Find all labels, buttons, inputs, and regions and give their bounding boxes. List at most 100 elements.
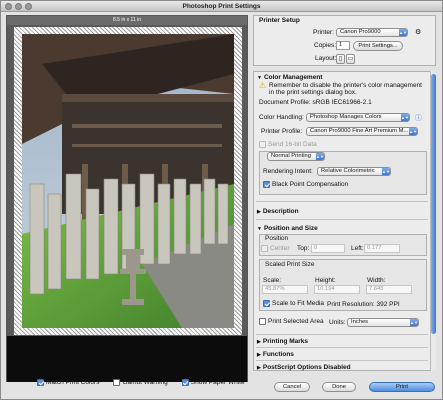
divider bbox=[256, 360, 428, 361]
print-selected-area-checkbox[interactable]: Print Selected Area bbox=[259, 318, 324, 325]
match-print-colors-checkbox[interactable]: Match Print Colors bbox=[37, 379, 99, 386]
width-input[interactable]: 7.645 bbox=[366, 285, 412, 294]
printer-profile-label: Printer Profile: bbox=[261, 128, 303, 135]
landscape-layout-icon[interactable]: ▭ bbox=[346, 54, 355, 64]
info-icon[interactable]: ⓘ bbox=[415, 113, 422, 123]
temple-photo bbox=[22, 34, 234, 328]
printer-setup-heading: Printer Setup bbox=[259, 17, 300, 24]
height-input[interactable]: 10.194 bbox=[314, 285, 360, 294]
print-resolution: Print Resolution: 392 PPI bbox=[327, 301, 400, 308]
preview-background bbox=[7, 336, 247, 382]
divider bbox=[256, 219, 428, 220]
done-button[interactable]: Done bbox=[322, 382, 356, 392]
print-settings-window: Photoshop Print Settings 8.5 in x 11 in bbox=[0, 0, 443, 400]
center-label: Center bbox=[270, 245, 290, 253]
color-management-heading[interactable]: ▼ Color Management bbox=[257, 74, 322, 81]
printer-lock-icon[interactable]: ⚙ bbox=[415, 28, 421, 36]
dropdown-arrow-icon: ▲▼ bbox=[316, 153, 324, 160]
checkbox-icon bbox=[259, 318, 266, 325]
printer-label: Printer: bbox=[313, 29, 334, 36]
description-section[interactable]: ▶ Description bbox=[257, 208, 299, 215]
gamut-warning-checkbox[interactable]: Gamut Warning bbox=[113, 379, 168, 386]
checkmark-icon bbox=[261, 245, 268, 252]
printer-value: Canon Pro9000 bbox=[340, 29, 381, 35]
layout-label: Layout: bbox=[315, 55, 337, 62]
send-16bit-label: Send 16-bit Data bbox=[268, 141, 317, 149]
print-selected-area-label: Print Selected Area bbox=[268, 318, 324, 326]
left-input[interactable]: 0.177 bbox=[364, 244, 400, 253]
rendering-intent-label: Rendering Intent: bbox=[263, 168, 313, 175]
position-label: Position bbox=[265, 235, 289, 242]
divider bbox=[256, 347, 428, 348]
postscript-section[interactable]: ▶ PostScript Options Disabled bbox=[257, 364, 351, 371]
scale-input[interactable]: 45.87% bbox=[262, 285, 308, 294]
show-paper-white-checkbox[interactable]: Show Paper White bbox=[181, 379, 245, 386]
center-checkbox[interactable]: Center bbox=[261, 245, 290, 252]
disclosure-closed-icon: ▶ bbox=[257, 365, 261, 371]
color-handling-select[interactable]: Photoshop Manages Colors ▲▼ bbox=[306, 113, 410, 122]
dropdown-arrow-icon: ▲▼ bbox=[409, 128, 417, 135]
position-size-heading[interactable]: ▼ Position and Size bbox=[257, 225, 318, 232]
warning-icon: ⚠ bbox=[259, 81, 267, 90]
dropdown-arrow-icon: ▲▼ bbox=[401, 114, 409, 121]
dropdown-arrow-icon: ▲▼ bbox=[399, 29, 407, 36]
cm-warning-text: Remember to disable the printer's color … bbox=[269, 82, 422, 96]
checkmark-icon bbox=[181, 379, 189, 386]
document-profile: Document Profile: sRGB IEC61966-2.1 bbox=[259, 99, 372, 106]
printer-select[interactable]: Canon Pro9000 ▲▼ bbox=[336, 28, 408, 37]
window-controls bbox=[5, 3, 32, 10]
checkbox-icon bbox=[259, 141, 266, 148]
print-settings-button[interactable]: Print Settings... bbox=[353, 41, 403, 51]
normal-printing-select[interactable]: Normal Printing ▲▼ bbox=[267, 152, 325, 161]
cancel-button[interactable]: Cancel bbox=[274, 382, 310, 392]
dropdown-arrow-icon: ▲▼ bbox=[382, 168, 390, 175]
color-handling-label: Color Handling: bbox=[259, 114, 304, 121]
disclosure-closed-icon: ▶ bbox=[257, 352, 261, 358]
portrait-layout-icon[interactable]: ▯ bbox=[336, 54, 345, 64]
top-label: Top: bbox=[297, 245, 310, 252]
zoom-window-button[interactable] bbox=[25, 3, 32, 10]
scale-label: Scale: bbox=[263, 277, 282, 284]
scale-to-fit-label: Scale to Fit Media bbox=[272, 300, 325, 308]
dropdown-arrow-icon: ▲▼ bbox=[410, 319, 418, 326]
checkmark-icon bbox=[263, 181, 270, 188]
scale-to-fit-checkbox[interactable]: Scale to Fit Media bbox=[263, 300, 324, 307]
send-16bit-checkbox[interactable]: Send 16-bit Data bbox=[259, 141, 317, 148]
divider bbox=[256, 334, 428, 335]
normal-printing-value: Normal Printing bbox=[271, 153, 311, 159]
rendering-intent-value: Relative Colorimetric bbox=[321, 168, 375, 174]
close-window-button[interactable] bbox=[5, 3, 12, 10]
match-print-colors-label: Match Print Colors bbox=[46, 379, 100, 386]
preview-photo[interactable] bbox=[22, 34, 234, 328]
functions-section[interactable]: ▶ Functions bbox=[257, 351, 294, 358]
settings-scrollbar[interactable] bbox=[430, 71, 436, 371]
copies-input[interactable]: 1 bbox=[336, 41, 350, 50]
print-preview: 8.5 in x 11 in bbox=[6, 15, 248, 382]
disclosure-open-icon: ▼ bbox=[257, 226, 262, 232]
preview-paper bbox=[14, 27, 242, 335]
scaled-size-label: Scaled Print Size bbox=[265, 261, 315, 268]
black-point-checkbox[interactable]: Black Point Compensation bbox=[263, 181, 348, 188]
color-handling-value: Photoshop Manages Colors bbox=[310, 114, 382, 120]
disclosure-closed-icon: ▶ bbox=[257, 209, 261, 215]
print-button[interactable]: Print bbox=[369, 382, 435, 392]
units-select[interactable]: Inches ▲▼ bbox=[347, 318, 419, 327]
height-label: Height: bbox=[315, 277, 336, 284]
width-label: Width: bbox=[367, 277, 386, 284]
window-title: Photoshop Print Settings bbox=[182, 3, 261, 10]
top-input[interactable]: 0 bbox=[311, 244, 345, 253]
show-paper-white-label: Show Paper White bbox=[190, 379, 245, 386]
rendering-intent-select[interactable]: Relative Colorimetric ▲▼ bbox=[317, 167, 391, 176]
printer-profile-select[interactable]: Canon Pro9000 Fine Art Premium M... ▲▼ bbox=[306, 127, 418, 136]
gamut-warning-label: Gamut Warning bbox=[122, 379, 168, 386]
scrollbar-thumb[interactable] bbox=[431, 74, 436, 334]
copies-label: Copies: bbox=[314, 42, 337, 49]
minimize-window-button[interactable] bbox=[15, 3, 22, 10]
printing-marks-section[interactable]: ▶ Printing Marks bbox=[257, 338, 308, 345]
printer-profile-value: Canon Pro9000 Fine Art Premium M... bbox=[310, 128, 409, 134]
preview-options: Match Print Colors Gamut Warning Show Pa… bbox=[37, 379, 245, 386]
checkmark-icon bbox=[37, 379, 44, 386]
title-bar: Photoshop Print Settings bbox=[1, 1, 442, 12]
divider bbox=[256, 201, 428, 202]
black-point-label: Black Point Compensation bbox=[272, 181, 349, 189]
